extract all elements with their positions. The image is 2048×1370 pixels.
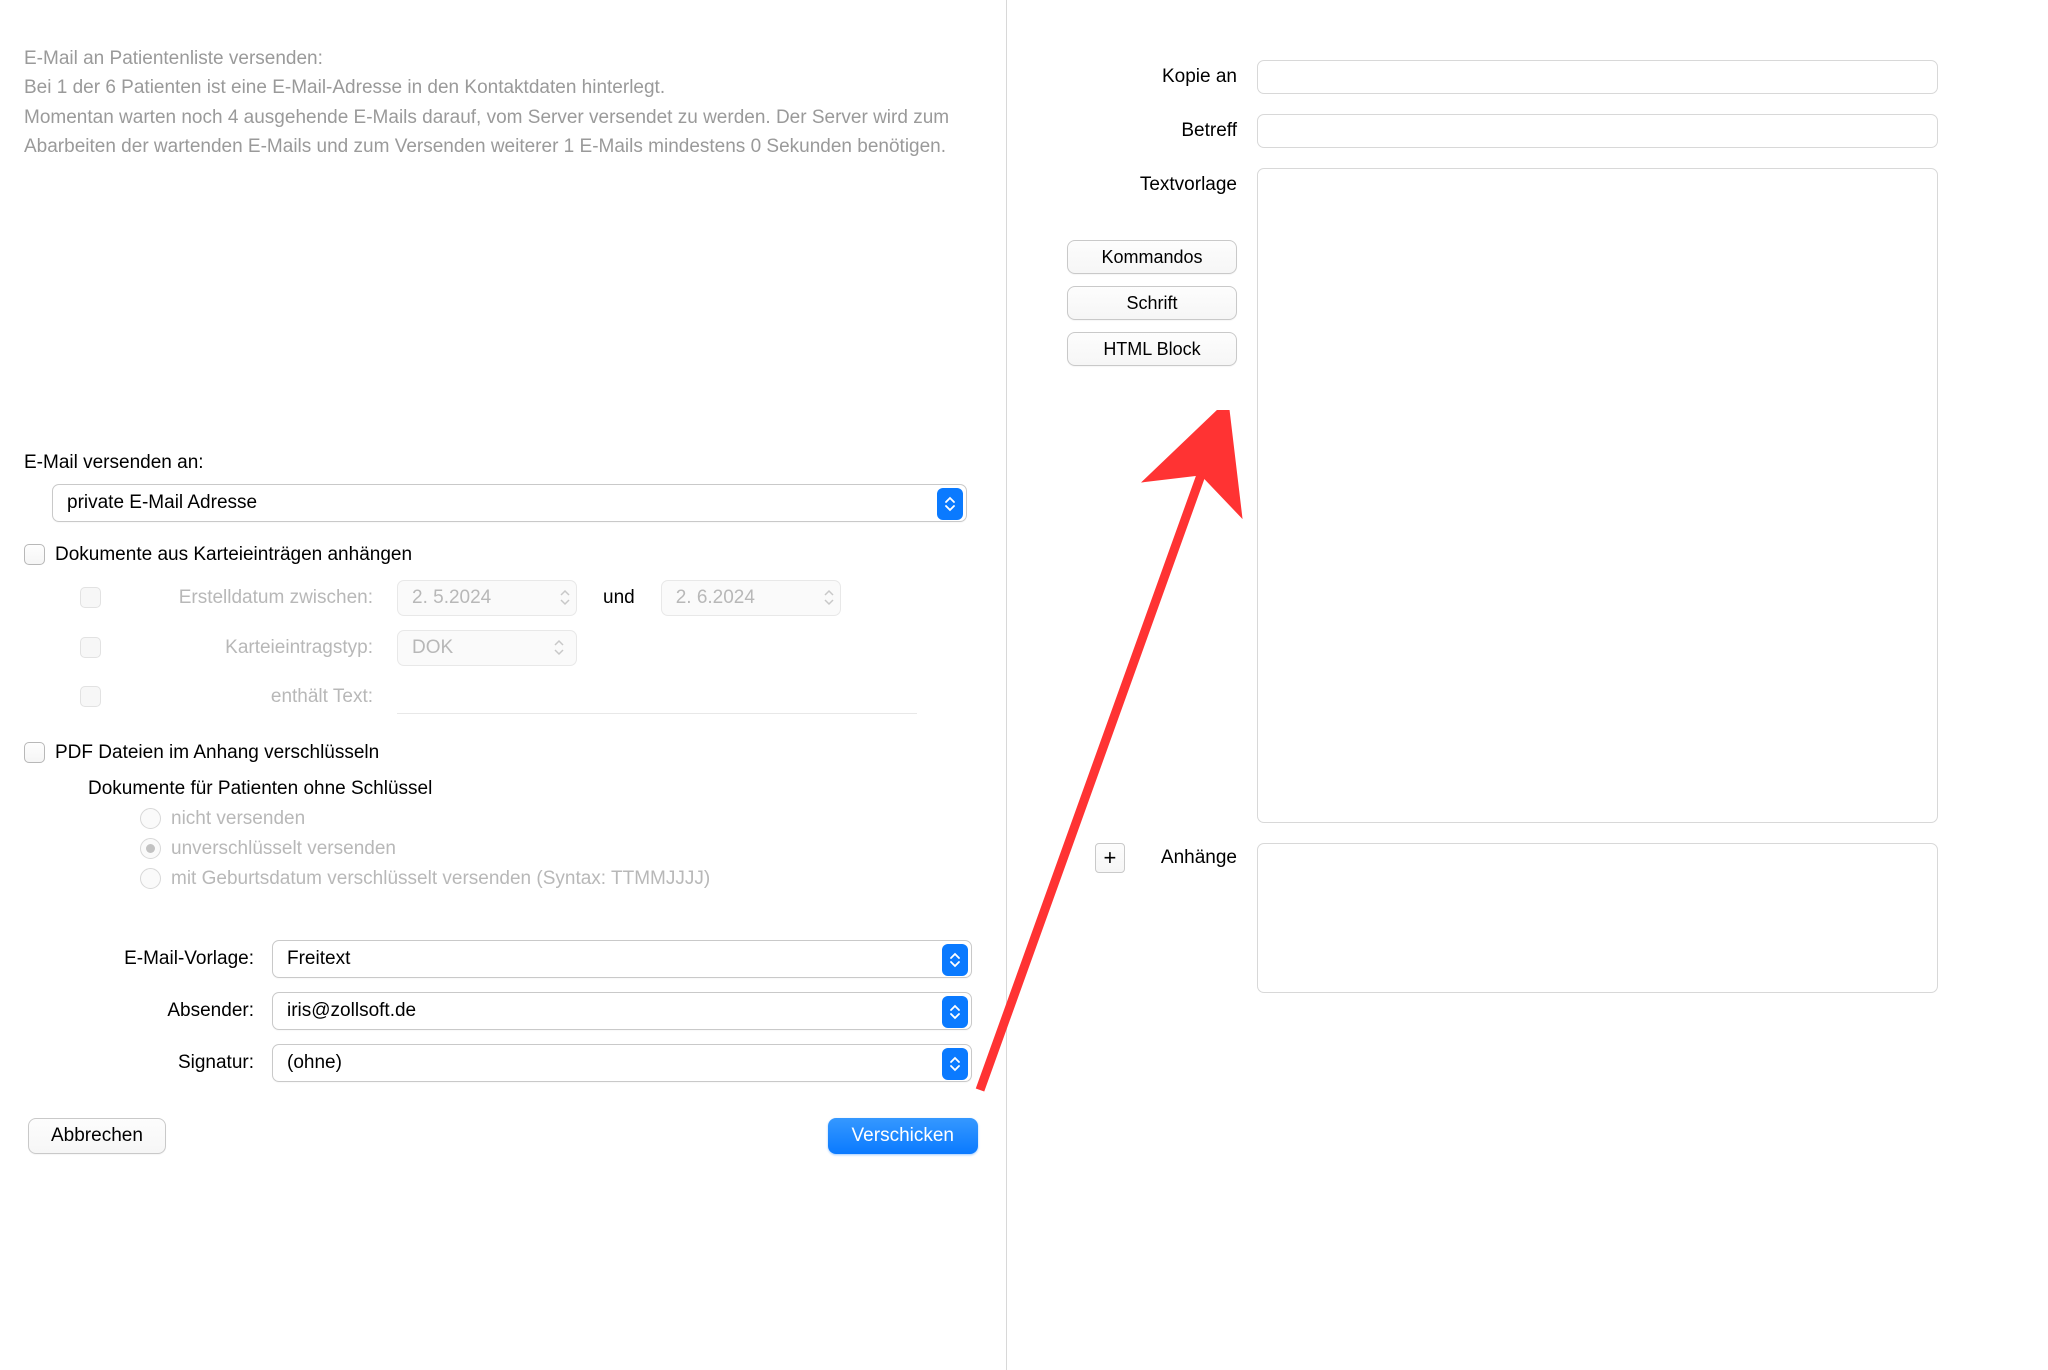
radio-unencrypted[interactable]: [140, 838, 161, 859]
sender-value: iris@zollsoft.de: [287, 1000, 957, 1022]
radio-birthdate[interactable]: [140, 868, 161, 889]
plus-icon: +: [1103, 847, 1116, 869]
cancel-button[interactable]: Abbrechen: [28, 1118, 166, 1154]
select-arrows-icon: [942, 944, 968, 976]
info-text: E-Mail an Patientenliste versenden: Bei …: [24, 44, 982, 162]
radio-not-send[interactable]: [140, 808, 161, 829]
select-arrows-icon: [942, 996, 968, 1028]
html-block-button[interactable]: HTML Block: [1067, 332, 1237, 366]
send-to-value: private E-Mail Adresse: [67, 492, 952, 514]
type-value: DOK: [412, 637, 552, 659]
radio-birthdate-label: mit Geburtsdatum verschlüsselt versenden…: [171, 868, 710, 890]
signature-label: Signatur:: [24, 1052, 272, 1074]
attach-docs-checkbox[interactable]: [24, 544, 45, 565]
info-line2: Momentan warten noch 4 ausgehende E-Mail…: [24, 103, 982, 162]
text-template-label: Textvorlage: [1140, 168, 1237, 196]
type-filter-checkbox[interactable]: [80, 637, 101, 658]
encrypt-sub-label: Dokumente für Patienten ohne Schlüssel: [88, 778, 982, 800]
date-from-field[interactable]: 2. 5.2024: [397, 580, 577, 616]
contains-label: enthält Text:: [101, 686, 397, 708]
info-line1: Bei 1 der 6 Patienten ist eine E-Mail-Ad…: [24, 73, 982, 102]
select-arrows-icon: [942, 1048, 968, 1080]
send-to-select[interactable]: private E-Mail Adresse: [52, 484, 967, 522]
select-arrows-icon: [937, 488, 963, 520]
sender-label: Absender:: [24, 1000, 272, 1022]
type-select[interactable]: DOK: [397, 630, 577, 666]
radio-unencrypted-label: unverschlüsselt versenden: [171, 838, 396, 860]
attachments-label: Anhänge: [1161, 843, 1237, 869]
cc-label: Kopie an: [1067, 60, 1257, 88]
text-filter-checkbox[interactable]: [80, 686, 101, 707]
attach-docs-label: Dokumente aus Karteieinträgen anhängen: [55, 544, 412, 566]
send-button[interactable]: Verschicken: [828, 1118, 978, 1154]
font-button[interactable]: Schrift: [1067, 286, 1237, 320]
signature-value: (ohne): [287, 1052, 957, 1074]
cc-input[interactable]: [1257, 60, 1938, 94]
template-label: E-Mail-Vorlage:: [24, 948, 272, 970]
date-between-label: Erstelldatum zwischen:: [101, 587, 397, 609]
date-filter-checkbox[interactable]: [80, 587, 101, 608]
radio-not-send-label: nicht versenden: [171, 808, 305, 830]
left-panel: E-Mail an Patientenliste versenden: Bei …: [0, 0, 1007, 1370]
add-attachment-button[interactable]: +: [1095, 843, 1125, 873]
template-select[interactable]: Freitext: [272, 940, 972, 978]
right-panel: Kopie an Betreff Textvorlage Kommandos S…: [1007, 0, 2048, 1370]
encrypt-pdf-label: PDF Dateien im Anhang verschlüsseln: [55, 742, 379, 764]
signature-select[interactable]: (ohne): [272, 1044, 972, 1082]
date-to-value: 2. 6.2024: [676, 587, 822, 609]
attachments-area[interactable]: [1257, 843, 1938, 993]
subject-label: Betreff: [1067, 114, 1257, 142]
info-title: E-Mail an Patientenliste versenden:: [24, 44, 982, 73]
date-from-value: 2. 5.2024: [412, 587, 558, 609]
encrypt-pdf-checkbox[interactable]: [24, 742, 45, 763]
date-to-field[interactable]: 2. 6.2024: [661, 580, 841, 616]
template-value: Freitext: [287, 948, 957, 970]
stepper-icon: [552, 639, 566, 656]
sender-select[interactable]: iris@zollsoft.de: [272, 992, 972, 1030]
type-label: Karteieintragstyp:: [101, 637, 397, 659]
und-label: und: [577, 587, 661, 609]
commands-button[interactable]: Kommandos: [1067, 240, 1237, 274]
contains-text-input[interactable]: [397, 680, 917, 714]
stepper-icon: [822, 589, 836, 606]
stepper-icon: [558, 589, 572, 606]
send-to-label: E-Mail versenden an:: [24, 452, 982, 474]
subject-input[interactable]: [1257, 114, 1938, 148]
text-template-textarea[interactable]: [1257, 168, 1938, 823]
